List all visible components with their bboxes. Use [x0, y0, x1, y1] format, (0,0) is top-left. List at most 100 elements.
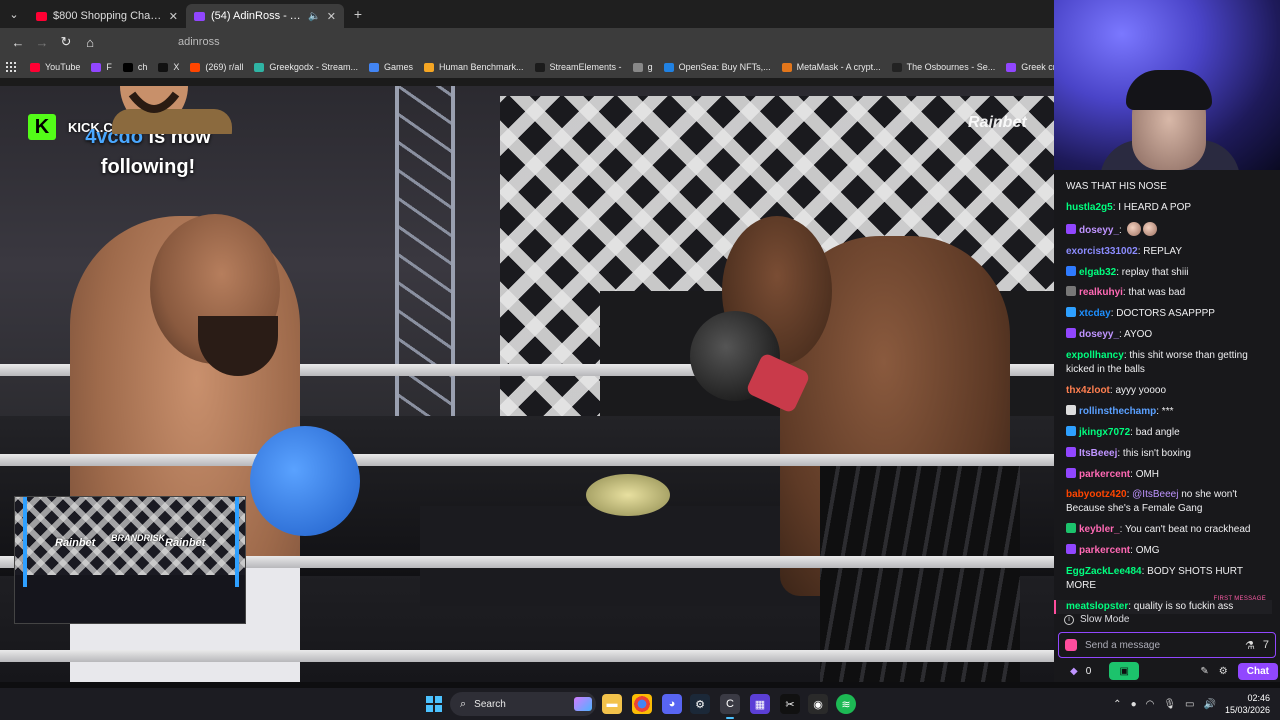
obs-icon[interactable]: ◉: [808, 694, 828, 714]
chat-message[interactable]: xtcday: DOCTORS ASAPPPP: [1066, 307, 1272, 321]
chat-username[interactable]: babyootz420: [1066, 489, 1127, 500]
chat-badge-icon[interactable]: [1066, 286, 1076, 297]
chat-badge-icon[interactable]: [1066, 425, 1076, 436]
chat-message[interactable]: elgab32: replay that shiii: [1066, 265, 1272, 280]
steam-icon[interactable]: ⚙: [690, 694, 710, 714]
chat-badge-icon[interactable]: [1066, 404, 1076, 415]
spotify-icon[interactable]: ≋: [836, 694, 856, 714]
chat-badge-icon[interactable]: [1066, 446, 1076, 457]
tab-close-icon[interactable]: ✕: [169, 10, 178, 23]
microphone-icon[interactable]: 🎙: [1163, 699, 1176, 710]
wifi-icon[interactable]: ◠: [1146, 699, 1155, 710]
chat-badge-icon[interactable]: [1066, 328, 1076, 339]
bookmark-item[interactable]: MetaMask - A crypt...: [781, 62, 881, 72]
bookmark-item[interactable]: ch: [122, 62, 147, 72]
chat-message-list[interactable]: WAS THAT HIS NOSE hustla2g5: I HEARD A PO…: [1054, 170, 1280, 615]
chat-badge-icon[interactable]: [1066, 467, 1076, 478]
tab-twitch[interactable]: (54) AdinRoss - Twitch 🔈 ✕: [186, 4, 344, 28]
clock[interactable]: 02:46 15/03/2026: [1225, 692, 1270, 716]
chat-username[interactable]: elgab32: [1079, 267, 1116, 278]
chat-username[interactable]: hustla2g5: [1066, 202, 1113, 213]
chat-message[interactable]: FIRST MESSAGE meatslopster: quality is so…: [1054, 596, 1272, 615]
reload-icon[interactable]: ↻: [54, 30, 78, 54]
tray-overflow-icon[interactable]: ⌃: [1113, 699, 1121, 710]
bookmark-item[interactable]: Human Benchmark...: [423, 62, 524, 72]
chat-username[interactable]: EggZackLee484: [1066, 566, 1142, 577]
chat-username[interactable]: keybler_: [1079, 524, 1120, 535]
monitor-icon[interactable]: ▭: [1185, 699, 1194, 710]
bookmark-item[interactable]: YouTube: [30, 62, 80, 72]
bookmark-item[interactable]: (269) r/all: [190, 62, 243, 72]
prediction-icon[interactable]: ▣: [1109, 662, 1140, 680]
extension-icon[interactable]: ⚗: [1245, 639, 1255, 652]
address-bar[interactable]: adinross: [172, 31, 220, 53]
chat-message[interactable]: doseyy_: AYOO: [1066, 328, 1272, 342]
chat-username[interactable]: expollhancy: [1066, 350, 1124, 361]
tab-search-chevron-icon[interactable]: ⌄: [0, 0, 28, 28]
chat-message[interactable]: WAS THAT HIS NOSE: [1066, 180, 1272, 194]
back-arrow-icon[interactable]: ←: [6, 30, 30, 54]
chat-username[interactable]: xtcday: [1079, 308, 1111, 319]
bookmark-item[interactable]: Games: [368, 62, 413, 72]
chat-message[interactable]: jkingx7072: bad angle: [1066, 425, 1272, 440]
chat-message[interactable]: rollinsthechamp: ***: [1066, 404, 1272, 419]
chat-message[interactable]: exorcist331002: REPLAY: [1066, 245, 1272, 259]
tab-youtube[interactable]: $800 Shopping Challenge Says ✕: [28, 4, 186, 28]
home-icon[interactable]: ⌂: [78, 30, 102, 54]
bookmark-item[interactable]: OpenSea: Buy NFTs,...: [663, 62, 771, 72]
new-tab-button[interactable]: +: [344, 6, 372, 22]
bookmark-item[interactable]: Greek cracked - Twi...: [1006, 62, 1054, 72]
chat-username[interactable]: rollinsthechamp: [1079, 406, 1156, 417]
chat-emote-icon[interactable]: [1142, 221, 1157, 236]
chat-message[interactable]: hustla2g5: I HEARD A POP: [1066, 201, 1272, 215]
chat-badge-icon[interactable]: [1066, 223, 1076, 234]
chat-username[interactable]: parkercent: [1079, 545, 1130, 556]
tray-app-icon[interactable]: ●: [1131, 699, 1137, 710]
chat-username[interactable]: doseyy_: [1079, 329, 1119, 340]
chat-username[interactable]: exorcist331002: [1066, 246, 1138, 257]
app-icon[interactable]: C: [720, 694, 740, 719]
chat-username[interactable]: jkingx7072: [1079, 427, 1130, 438]
chat-message[interactable]: keybler_: You can't beat no crackhead: [1066, 523, 1272, 537]
chat-username[interactable]: realkuhyi: [1079, 287, 1123, 298]
badge-picker-icon[interactable]: [1065, 639, 1077, 651]
chat-mention[interactable]: @ItsBeeej: [1132, 489, 1178, 500]
chat-username[interactable]: meatslopster: [1066, 601, 1128, 612]
chat-message[interactable]: parkercent: OMH: [1066, 467, 1272, 482]
chat-username[interactable]: ItsBeeej: [1079, 448, 1117, 459]
chrome-icon[interactable]: [632, 694, 652, 714]
file-explorer-icon[interactable]: ▬: [602, 694, 622, 714]
video-player[interactable]: Rainbet K KICK.COM/ADINROSS 4vcdo is now…: [0, 86, 1054, 682]
chat-message[interactable]: realkuhyi: that was bad: [1066, 286, 1272, 300]
bookmark-item[interactable]: StreamElements -: [534, 62, 622, 72]
chat-username[interactable]: thx4zloot: [1066, 385, 1110, 396]
speaker-icon[interactable]: 🔈: [308, 11, 320, 22]
bookmark-item[interactable]: The Osbournes - Se...: [891, 62, 995, 72]
chat-message[interactable]: doseyy_:: [1066, 221, 1272, 238]
tools-icon[interactable]: ✎: [1200, 666, 1208, 677]
chat-input[interactable]: Send a message ⚗ 7: [1058, 632, 1276, 658]
bookmark-item[interactable]: g: [632, 62, 653, 72]
volume-icon[interactable]: 🔊: [1204, 699, 1216, 710]
bits-icon[interactable]: ◆: [1070, 666, 1078, 677]
chat-message[interactable]: parkercent: OMG: [1066, 544, 1272, 558]
chat-badge-icon[interactable]: [1066, 265, 1076, 276]
chat-message[interactable]: babyootz420: @ItsBeeej no she won't Beca…: [1066, 488, 1272, 516]
chat-badge-icon[interactable]: [1066, 307, 1076, 318]
bookmark-item[interactable]: X: [158, 62, 179, 72]
discord-icon[interactable]: ◕: [662, 694, 682, 714]
7tv-icon[interactable]: 7: [1263, 639, 1269, 652]
windows-start-icon[interactable]: [426, 696, 442, 712]
chat-message[interactable]: EggZackLee484: BODY SHOTS HURT MORE: [1066, 565, 1272, 593]
forward-arrow-icon[interactable]: →: [30, 30, 54, 54]
chat-message[interactable]: expollhancy: this shit worse than gettin…: [1066, 349, 1272, 377]
chat-send-button[interactable]: Chat: [1237, 662, 1278, 680]
capcut-icon[interactable]: ✂: [780, 694, 800, 714]
chat-username[interactable]: doseyy_: [1079, 225, 1119, 236]
settings-gear-icon[interactable]: ⚙: [1219, 666, 1228, 677]
grid-app-icon[interactable]: ▦: [750, 694, 770, 714]
chat-emote-icon[interactable]: [1126, 221, 1141, 236]
chat-badge-icon[interactable]: [1066, 544, 1076, 555]
chat-username[interactable]: parkercent: [1079, 469, 1130, 480]
bookmark-item[interactable]: F: [91, 62, 112, 72]
